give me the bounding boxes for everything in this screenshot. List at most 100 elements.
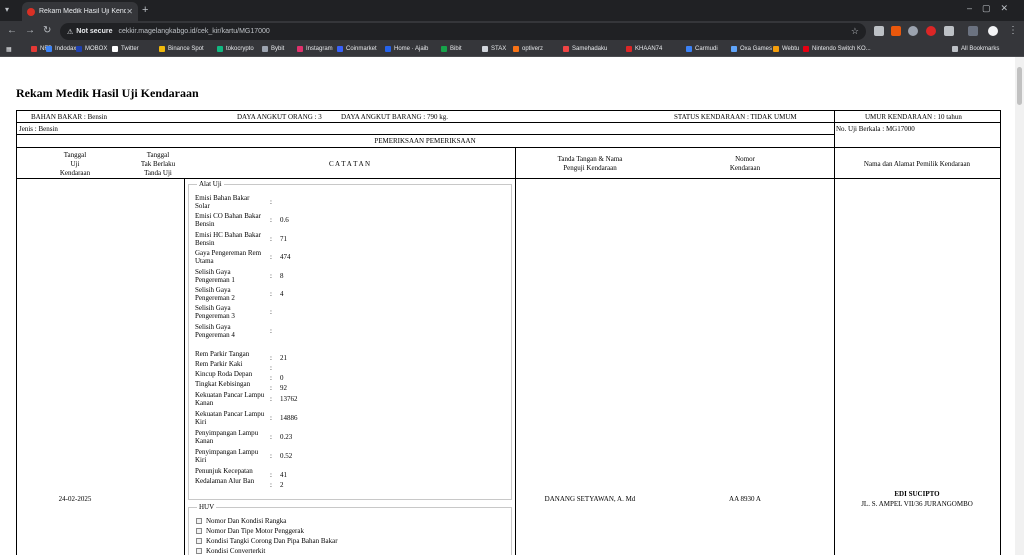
measurement-colon: : (270, 216, 272, 224)
bookmark-item[interactable]: Twitter (112, 46, 139, 52)
bookmark-favicon-icon (297, 46, 303, 52)
huv-checkbox[interactable] (196, 538, 202, 544)
examiner-name: DANANG SETYAWAN, A. Md (544, 495, 636, 503)
bookmark-item[interactable]: Indodax (46, 46, 76, 52)
bookmark-item[interactable]: Webtu (773, 46, 799, 52)
bookmark-favicon-icon (513, 46, 519, 52)
bookmark-favicon-icon (731, 46, 737, 52)
bookmark-label: tokocrypto (226, 46, 254, 52)
measurement-label: Tingkat Kebisingan (195, 380, 251, 388)
bookmark-favicon-icon (76, 46, 82, 52)
bookmark-item[interactable]: Samehadaku (563, 46, 607, 52)
huv-checkbox[interactable] (196, 528, 202, 534)
bookmark-favicon-icon (626, 46, 632, 52)
bookmark-label: Samehadaku (572, 46, 608, 52)
bookmark-label: Coinmarket (346, 46, 377, 52)
bookmark-item[interactable]: Oxa Games (731, 46, 772, 52)
measurement-colon: : (270, 253, 272, 261)
bookmark-label: Bibit (450, 46, 462, 52)
col-owner: Nama dan Alamat Pemilik Kendaraan (863, 160, 971, 168)
bookmark-star-icon[interactable]: ☆ (851, 26, 859, 37)
vertical-scrollbar[interactable] (1015, 57, 1024, 555)
alat-uji-legend: Alat Uji (197, 180, 224, 188)
apps-grid-icon[interactable]: ▦ (6, 46, 12, 53)
owner-address: JL. S. AMPEL VII/36 JURANGOMBO (861, 500, 973, 508)
address-bar[interactable]: ⚠ Not secure cekkir.magelangkabgo.id/cek… (60, 23, 866, 40)
bookmark-item[interactable]: Carmudi (686, 46, 718, 52)
forward-icon[interactable]: → (25, 25, 35, 36)
active-tab[interactable]: Rekam Medik Hasil Uji Kendaraa ✕ (22, 2, 138, 21)
sidebar-icon[interactable] (968, 26, 978, 36)
reload-icon[interactable]: ↻ (43, 25, 51, 36)
fuel-type: BAHAN BAKAR : Bensin (31, 113, 108, 121)
tab-title: Rekam Medik Hasil Uji Kendaraa (39, 8, 127, 15)
measurement-value: 71 (280, 235, 287, 243)
huv-legend: HUV (197, 503, 217, 511)
bookmark-item[interactable]: All Bookmarks (952, 46, 999, 52)
new-tab-icon[interactable]: + (142, 4, 148, 16)
extension-icon[interactable] (908, 26, 918, 36)
test-date-value: 24-02-2025 (58, 495, 92, 503)
measurement-value: 21 (280, 354, 287, 362)
close-tab-icon[interactable]: ✕ (126, 7, 133, 16)
tab-search-icon[interactable]: ▾ (5, 5, 9, 14)
bookmark-item[interactable]: MOBOX (76, 46, 107, 52)
measurement-value: 4 (280, 290, 284, 298)
bookmark-item[interactable]: Nintendo Switch KO... (803, 46, 871, 52)
bookmark-item[interactable]: Home · Ajaib (385, 46, 428, 52)
bookmark-item[interactable]: tokocrypto (217, 46, 254, 52)
bookmark-label: KHAAN74 (635, 46, 663, 52)
bookmark-item[interactable]: KHAAN74 (626, 46, 662, 52)
url-text[interactable]: cekkir.magelangkabgo.id/cek_kir/kartu/MG… (118, 28, 269, 35)
bookmark-label: MOBOX (85, 46, 108, 52)
measurement-value: 474 (280, 253, 291, 261)
measurement-label: Penyimpangan Lampu Kiri (195, 448, 259, 464)
window-controls[interactable]: –▢✕ (967, 3, 1018, 14)
bookmark-label: Nintendo Switch KO... (812, 46, 871, 52)
extension-icon[interactable] (926, 26, 936, 36)
bookmark-favicon-icon (803, 46, 809, 52)
measurement-label: Kedalaman Alur Ban (195, 477, 255, 485)
vehicle-type: Jenis : Bensin (19, 125, 58, 133)
measurement-colon: : (270, 481, 272, 489)
measurement-value: 0.6 (280, 216, 289, 224)
col-test-date: Tanggal Uji Kendaraan (59, 151, 91, 177)
bookmark-favicon-icon (337, 46, 343, 52)
bookmark-item[interactable]: Bibit (441, 46, 462, 52)
measurement-label: Emisi HC Bahan Bakar Bensin (195, 231, 261, 247)
bookmark-label: Twitter (121, 46, 139, 52)
extensions-puzzle-icon[interactable] (944, 26, 954, 36)
col-notes: C A T A T A N (328, 160, 371, 168)
bookmark-item[interactable]: Instagram (297, 46, 333, 52)
measurement-value: 0.23 (280, 433, 293, 441)
extension-icon[interactable] (891, 26, 901, 36)
bookmark-item[interactable]: STAX (482, 46, 506, 52)
back-icon[interactable]: ← (7, 25, 17, 36)
col-signature: Tanda Tangan & Nama Penguji Kendaraan (557, 155, 623, 172)
menu-kebab-icon[interactable]: ⋮ (1008, 25, 1018, 36)
bookmark-item[interactable]: Coinmarket (337, 46, 377, 52)
bookmark-item[interactable]: Binance Spot (159, 46, 204, 52)
bookmark-label: All Bookmarks (961, 46, 1000, 52)
scrollbar-thumb[interactable] (1017, 67, 1022, 105)
bookmark-favicon-icon (952, 46, 958, 52)
measurement-colon: : (270, 374, 272, 382)
warning-icon[interactable]: ⚠ (67, 28, 73, 36)
measurement-label: Emisi CO Bahan Bakar Bensin (195, 212, 261, 228)
measurement-label: Selisih Gaya Pengereman 4 (195, 323, 235, 339)
measurement-value: 2 (280, 481, 284, 489)
measurement-label: Kincup Roda Depan (195, 370, 253, 378)
huv-checkbox[interactable] (196, 548, 202, 554)
bookmark-favicon-icon (773, 46, 779, 52)
huv-item-label: Nomor Dan Kondisi Rangka (206, 517, 287, 525)
col-plate-number: Nomor Kendaraan (729, 155, 761, 172)
bookmark-item[interactable]: optiverz (513, 46, 543, 52)
passenger-capacity: DAYA ANGKUT ORANG : 3 (237, 113, 322, 121)
extension-icon[interactable] (874, 26, 884, 36)
bookmark-label: Bybit (271, 46, 285, 52)
bookmark-item[interactable]: Bybit (262, 46, 284, 52)
profile-avatar-icon[interactable] (988, 26, 998, 36)
huv-checkbox[interactable] (196, 518, 202, 524)
measurement-colon: : (270, 384, 272, 392)
bookmark-favicon-icon (385, 46, 391, 52)
